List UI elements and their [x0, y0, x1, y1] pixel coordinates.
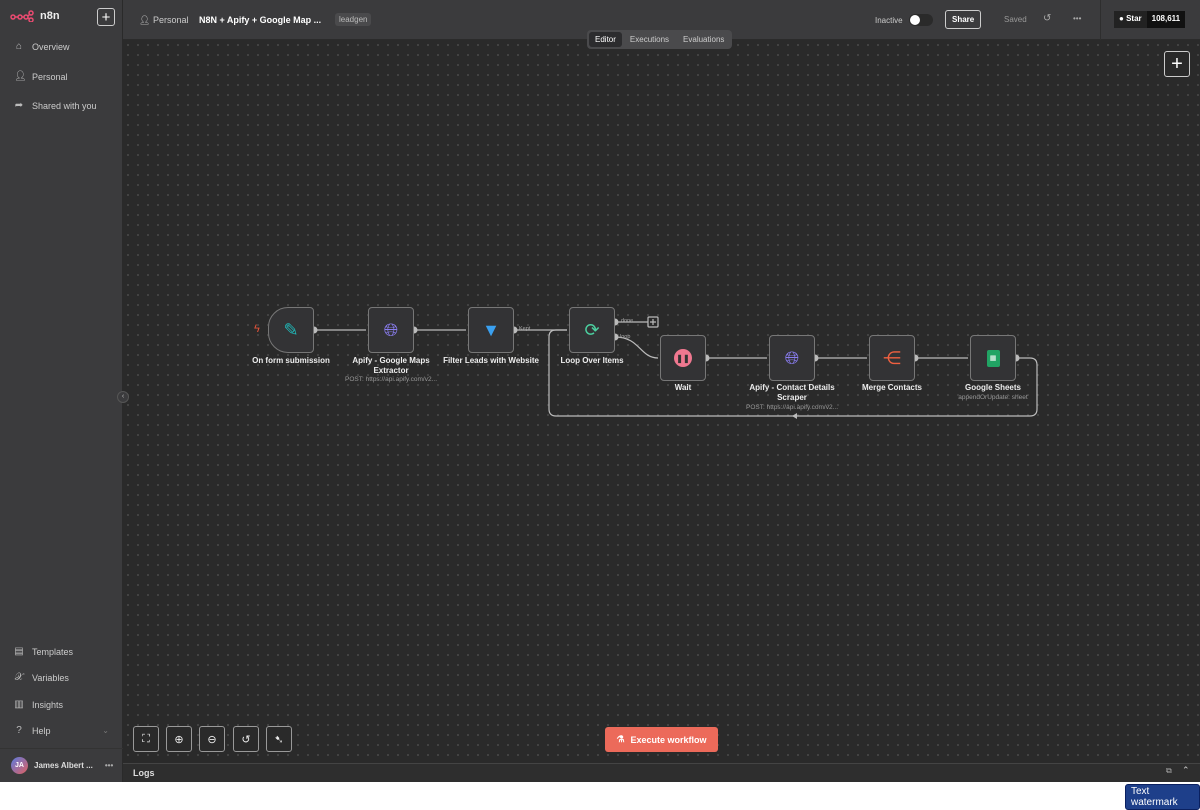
edge-label-done: done: [621, 318, 634, 324]
undo-icon: ↺: [241, 733, 251, 746]
globe-icon: 🌐︎: [784, 347, 800, 368]
chevron-up-icon[interactable]: ⌃: [1182, 765, 1190, 776]
node-label: Loop Over Items: [560, 356, 624, 365]
watermark: Text watermark: [1125, 784, 1200, 810]
zoom-out-icon: ⊖: [207, 733, 217, 746]
google-sheets-icon: ▦: [986, 349, 1000, 367]
node-subtitle: appendOrUpdate: sheet: [958, 394, 1028, 401]
logs-panel[interactable]: Logs: [123, 763, 1200, 782]
node-subtitle: POST: https://api.apify.com/v2...: [345, 376, 437, 383]
popout-icon[interactable]: ⧉: [1166, 766, 1172, 776]
node-apify-contact[interactable]: 🌐︎: [769, 335, 815, 381]
node-google-sheets[interactable]: ▦: [970, 335, 1016, 381]
node-form-trigger[interactable]: ✎: [268, 307, 314, 353]
trigger-bolt-icon: ϟ: [254, 323, 260, 335]
node-label: Wait: [674, 383, 692, 392]
pause-icon: ❚❚: [674, 349, 692, 367]
node-wait[interactable]: ❚❚: [660, 335, 706, 381]
fullscreen-icon: ⛶: [142, 732, 150, 745]
merge-icon: ⋲: [883, 347, 901, 368]
zoom-in-button[interactable]: ⊕: [166, 726, 192, 752]
globe-icon: 🌐︎: [383, 319, 399, 340]
form-icon: ✎: [283, 319, 299, 340]
flask-icon: ⚗: [616, 734, 625, 744]
edge-label-loop: loop: [620, 334, 631, 340]
node-filter[interactable]: ▼: [468, 307, 514, 353]
node-label: Google Sheets: [964, 383, 1021, 392]
reset-zoom-button[interactable]: ↺: [233, 726, 259, 752]
broom-icon: ➷: [274, 733, 284, 746]
logs-label: Logs: [133, 768, 155, 778]
node-loop[interactable]: ⟳: [569, 307, 615, 353]
tidy-up-button[interactable]: ➷: [266, 726, 292, 752]
node-subtitle: POST: https://api.apify.com/v2...: [746, 404, 838, 411]
node-apify-google-maps[interactable]: 🌐︎: [368, 307, 414, 353]
zoom-in-icon: ⊕: [174, 733, 184, 746]
edge-label-kept: Kept: [519, 326, 531, 332]
refresh-icon: ⟳: [584, 319, 600, 340]
node-merge[interactable]: ⋲: [869, 335, 915, 381]
zoom-out-button[interactable]: ⊖: [199, 726, 225, 752]
edge: [614, 336, 659, 359]
fit-view-button[interactable]: ⛶: [133, 726, 159, 752]
filter-icon: ▼: [482, 319, 500, 340]
execute-workflow-button[interactable]: ⚗ Execute workflow: [605, 727, 718, 752]
